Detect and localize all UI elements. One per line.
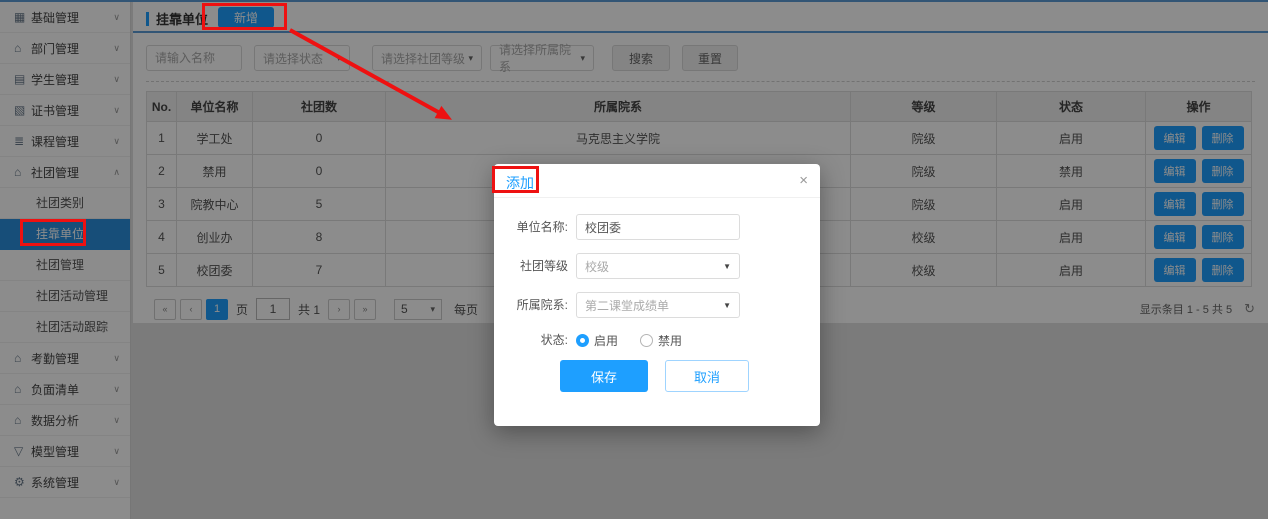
annotation-box-modal-title [492,166,539,193]
unit-name-label: 单位名称: [516,220,568,234]
radio-off-icon [640,333,654,347]
status-disabled-radio[interactable]: 禁用 [640,332,682,349]
annotation-arrow [289,28,452,120]
status-enabled-radio[interactable]: 启用 [576,332,618,349]
app-root: ▦ 基础管理 ∨ ⌂ 部门管理 ∨ ▤ 学生管理 ∨ ▧ 证书管理 ∨ ≣ 课程… [0,0,1268,519]
status-label: 状态: [540,333,568,347]
caret-down-icon: ▼ [723,300,731,310]
add-unit-modal: 添加 × 单位名称: 社团等级 校级 ▼ 所属院系: 第二课堂成绩单 ▼ 状态:… [494,164,820,426]
unit-name-input[interactable] [576,214,740,240]
cancel-button[interactable]: 取消 [665,360,749,392]
radio-on-icon [576,333,589,347]
college-select[interactable]: 第二课堂成绩单 ▼ [576,292,740,318]
modal-header: 添加 × [494,164,820,198]
close-icon[interactable]: × [799,172,808,189]
club-level-label: 社团等级 [519,259,568,273]
college-label: 所属院系: [516,298,568,312]
annotation-box-add-button [202,3,287,30]
annotation-box-affiliated-unit [20,219,86,246]
save-button[interactable]: 保存 [560,360,648,392]
club-level-select[interactable]: 校级 ▼ [576,253,740,279]
status-radio-group: 启用 禁用 [576,331,682,349]
caret-down-icon: ▼ [723,261,731,271]
